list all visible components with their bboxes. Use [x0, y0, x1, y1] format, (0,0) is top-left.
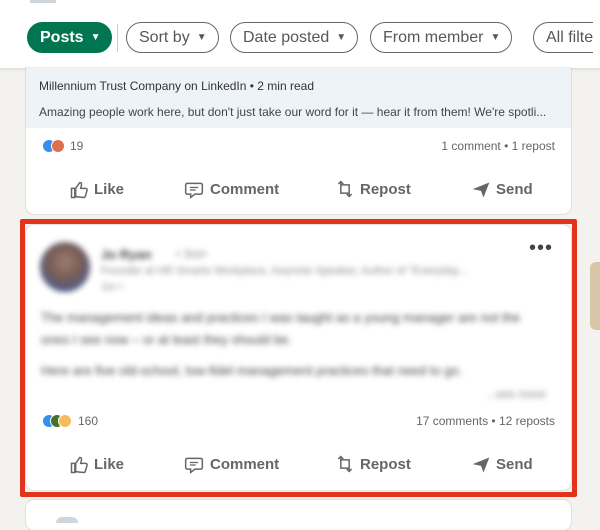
- comment-icon: [184, 457, 204, 475]
- like-label: Like: [94, 181, 125, 198]
- author-name[interactable]: Jo Ryan: [101, 247, 152, 262]
- see-more-link[interactable]: ...see more: [486, 387, 546, 401]
- article-preview[interactable]: Millennium Trust Company on LinkedIn • 2…: [26, 68, 571, 128]
- comment-label: Comment: [210, 181, 280, 198]
- all-filters-button[interactable]: All filte: [533, 22, 594, 53]
- repost-button[interactable]: Repost: [335, 443, 411, 487]
- engagement-summary[interactable]: 1 comment • 1 repost: [441, 139, 555, 153]
- post-timestamp: 1w •: [101, 281, 122, 293]
- article-snippet: Amazing people work here, but don't just…: [39, 105, 547, 119]
- like-label: Like: [94, 456, 125, 473]
- post-text: The management ideas and practices I was…: [41, 310, 521, 347]
- side-panel-edge: [590, 262, 600, 330]
- send-button[interactable]: Send: [471, 443, 533, 487]
- sort-by-button[interactable]: Sort by ▼: [126, 22, 219, 53]
- repost-label: Repost: [360, 456, 411, 473]
- thumbs-up-icon: [70, 456, 88, 474]
- insightful-reaction-icon: [58, 414, 72, 428]
- engagement-summary[interactable]: 17 comments • 12 reposts: [416, 414, 555, 428]
- posts-filter-button[interactable]: Posts ▼: [27, 22, 113, 53]
- caret-down-icon: ▼: [336, 32, 347, 43]
- top-edge-mark: [30, 0, 56, 3]
- article-source: Millennium Trust Company on LinkedIn • 2…: [39, 79, 314, 93]
- repost-label: Repost: [360, 181, 411, 198]
- feed-post-card: Millennium Trust Company on LinkedIn • 2…: [26, 68, 571, 214]
- social-counts: 160 17 comments • 12 reposts: [42, 413, 555, 431]
- caret-down-icon: ▼: [90, 32, 101, 43]
- from-member-label: From member: [383, 29, 484, 46]
- love-reaction-icon: [51, 139, 65, 153]
- reaction-count: 19: [70, 139, 84, 153]
- all-filters-label: All filte: [546, 29, 594, 46]
- top-edge: [0, 0, 600, 4]
- sort-by-label: Sort by: [139, 29, 190, 46]
- send-button[interactable]: Send: [471, 168, 533, 212]
- comment-button[interactable]: Comment: [183, 168, 279, 212]
- post-actions: Like Comment Repost Send: [26, 443, 571, 487]
- posts-filter-label: Posts: [40, 29, 84, 46]
- like-button[interactable]: Like: [69, 443, 124, 487]
- post-text: Here are five old-school, low-fidel mana…: [41, 363, 463, 378]
- feed-post-card: [26, 500, 571, 530]
- search-filter-bar: Posts ▼ Sort by ▼ Date posted ▼ From member…: [0, 0, 600, 69]
- repost-icon: [337, 455, 353, 473]
- like-button[interactable]: Like: [69, 168, 124, 212]
- connection-degree: • 3rd+: [176, 247, 208, 261]
- send-label: Send: [496, 456, 533, 473]
- date-posted-button[interactable]: Date posted ▼: [230, 22, 359, 53]
- comment-label: Comment: [210, 456, 280, 473]
- reaction-count: 160: [78, 414, 99, 428]
- filter-divider: [117, 24, 118, 52]
- feed-post-card: Jo Ryan • 3rd+ Founder at HR Smarts Work…: [26, 225, 571, 490]
- thumbs-up-icon: [70, 181, 88, 199]
- comment-button[interactable]: Comment: [183, 443, 279, 487]
- comment-icon: [184, 182, 204, 200]
- date-posted-label: Date posted: [243, 29, 330, 46]
- send-label: Send: [496, 181, 533, 198]
- more-options-icon[interactable]: •••: [529, 238, 553, 258]
- social-counts: 19 1 comment • 1 repost: [42, 138, 555, 156]
- post-actions: Like Comment Repost Send: [26, 168, 571, 212]
- repost-icon: [337, 180, 353, 198]
- send-icon: [472, 182, 490, 198]
- send-icon: [472, 457, 490, 473]
- next-post-avatar: [56, 517, 78, 523]
- author-headline: Founder at HR Smarts Workplace, Keynote …: [101, 265, 468, 277]
- caret-down-icon: ▼: [490, 32, 501, 43]
- blurred-post-content: Jo Ryan • 3rd+ Founder at HR Smarts Work…: [26, 225, 571, 405]
- repost-button[interactable]: Repost: [335, 168, 411, 212]
- caret-down-icon: ▼: [196, 32, 207, 43]
- from-member-button[interactable]: From member ▼: [370, 22, 513, 53]
- author-avatar[interactable]: [40, 242, 90, 292]
